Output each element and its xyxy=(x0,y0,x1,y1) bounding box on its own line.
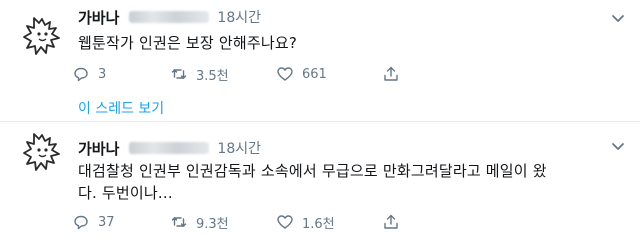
timestamp[interactable]: 18시간 xyxy=(217,7,261,27)
tweet-actions: 3 3.5천 661 xyxy=(72,64,400,84)
like-count: 661 xyxy=(302,66,327,82)
retweet-icon xyxy=(171,69,187,79)
reply-button[interactable]: 3 xyxy=(72,65,170,83)
avatar-icon xyxy=(23,17,60,55)
share-button[interactable] xyxy=(382,213,400,231)
timestamp[interactable]: 18시간 xyxy=(217,138,261,158)
tweet-header: 가바나 18시간 xyxy=(78,7,261,27)
tweet-text: 웹툰작가 인권은 보장 안해주나요? xyxy=(78,34,298,52)
reply-icon xyxy=(74,215,88,230)
like-button[interactable]: 1.6천 xyxy=(276,213,382,232)
tweet-header: 가바나 18시간 xyxy=(78,138,261,158)
tweet[interactable]: 가바나 18시간 웹툰작가 인권은 보장 안해주나요? 3 3.5천 661 이… xyxy=(0,0,640,117)
reply-icon xyxy=(74,67,88,82)
retweet-button[interactable]: 3.5천 xyxy=(170,65,276,84)
author-name[interactable]: 가바나 xyxy=(78,138,119,159)
retweet-count: 3.5천 xyxy=(196,68,229,84)
avatar-icon xyxy=(23,133,60,171)
share-icon xyxy=(384,214,398,229)
caret-down-icon[interactable] xyxy=(610,138,626,154)
retweet-button[interactable]: 9.3천 xyxy=(170,213,276,232)
avatar[interactable] xyxy=(20,14,64,58)
caret-down-icon[interactable] xyxy=(610,10,626,26)
like-button[interactable]: 661 xyxy=(276,65,382,83)
retweet-icon xyxy=(171,217,187,227)
like-icon xyxy=(277,67,293,81)
author-handle-redacted xyxy=(129,11,210,23)
retweet-count: 9.3천 xyxy=(196,216,229,232)
author-name[interactable]: 가바나 xyxy=(78,7,119,28)
tweet-text: 대검찰청 인권부 인권감독과 소속에서 무급으로 만화그려달라고 메일이 왔 다… xyxy=(78,162,547,202)
show-thread-link[interactable]: 이 스레드 보기 xyxy=(78,98,164,118)
like-icon xyxy=(277,215,293,229)
share-button[interactable] xyxy=(382,65,400,83)
like-count: 1.6천 xyxy=(302,216,335,232)
author-handle-redacted xyxy=(129,142,210,154)
reply-count: 37 xyxy=(98,214,115,230)
tweet[interactable]: 가바나 18시간 대검찰청 인권부 인권감독과 소속에서 무급으로 만화그려달라… xyxy=(0,120,640,245)
tweet-actions: 37 9.3천 1.6천 xyxy=(72,212,400,232)
reply-button[interactable]: 37 xyxy=(72,213,170,231)
share-icon xyxy=(384,66,398,81)
avatar[interactable] xyxy=(20,130,64,174)
reply-count: 3 xyxy=(98,66,107,82)
